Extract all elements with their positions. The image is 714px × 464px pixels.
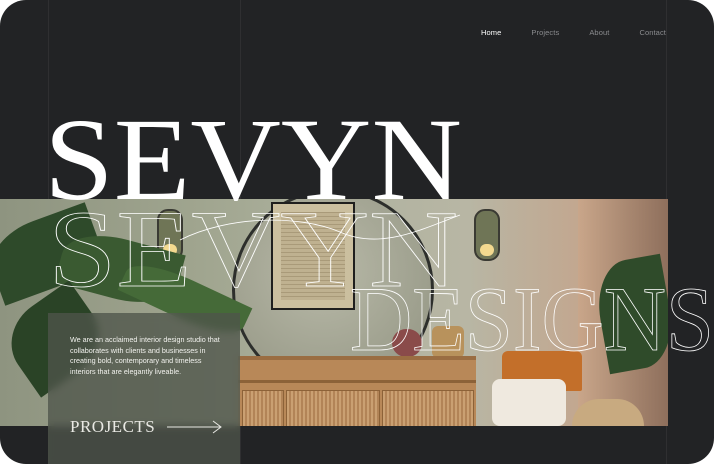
subtitle-designs: DESIGNS (350, 268, 714, 370)
arrow-right-icon (167, 420, 223, 434)
projects-link-label: PROJECTS (70, 417, 156, 436)
intro-card: We are an acclaimed interior design stud… (48, 313, 240, 464)
projects-link[interactable]: PROJECTS (70, 417, 223, 437)
page-frame: Home Projects About Contact SEVYN SEVYN … (0, 0, 714, 464)
intro-text: We are an acclaimed interior design stud… (70, 335, 220, 376)
